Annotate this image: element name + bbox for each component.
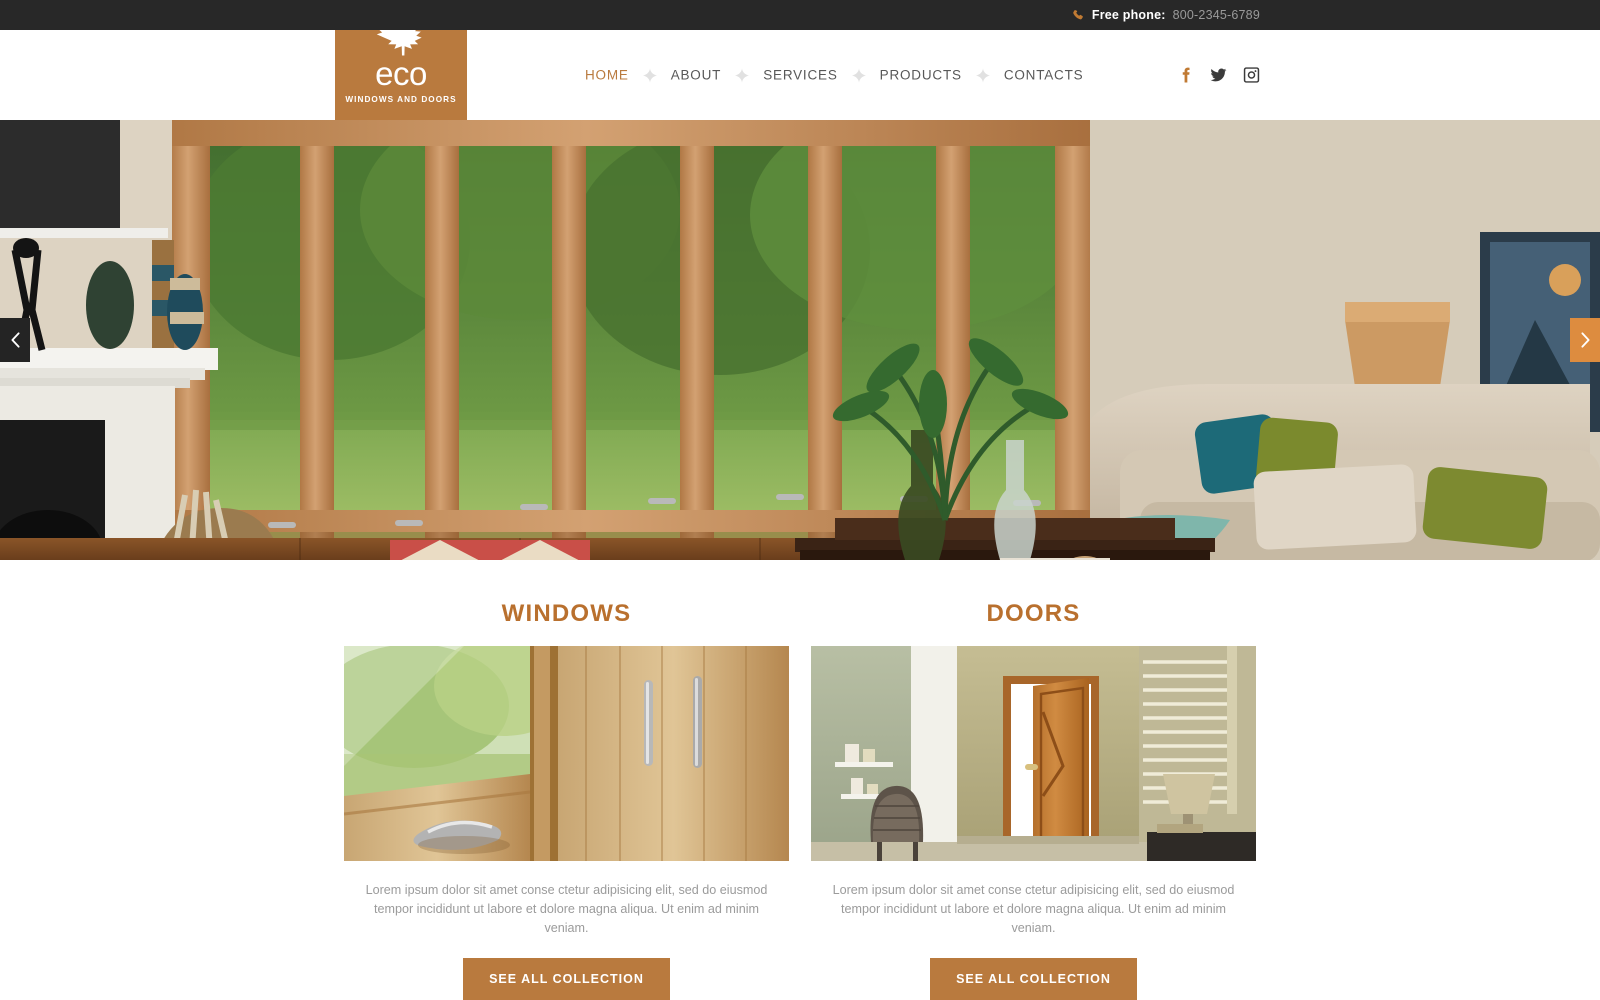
see-all-collection-button-windows[interactable]: SEE ALL COLLECTION bbox=[463, 958, 670, 1000]
four-point-star-icon bbox=[975, 68, 990, 82]
window-sill-illustration bbox=[344, 646, 789, 861]
slider-prev-button[interactable] bbox=[0, 318, 30, 362]
nav-item-services[interactable]: SERVICES bbox=[763, 68, 837, 83]
product-description: Lorem ipsum dolor sit amet conse ctetur … bbox=[832, 883, 1235, 935]
product-image-doors[interactable] bbox=[811, 646, 1256, 861]
main-navigation: HOME ABOUT SERVICES PRODUCTS CONTACTS bbox=[585, 68, 1083, 83]
instagram-icon[interactable] bbox=[1243, 67, 1260, 84]
product-card-doors: DOORS Lorem ipsum dolor sit amet conse c… bbox=[811, 600, 1256, 1000]
nav-item-home[interactable]: HOME bbox=[585, 68, 629, 83]
four-point-star-icon bbox=[642, 68, 657, 82]
logo-title: eco bbox=[375, 55, 427, 92]
logo-subtitle: WINDOWS AND DOORS bbox=[345, 95, 457, 104]
free-phone[interactable]: Free phone: 800-2345-6789 bbox=[1072, 8, 1260, 22]
social-links bbox=[1177, 67, 1260, 84]
hero-slider bbox=[0, 120, 1600, 560]
top-bar: Free phone: 800-2345-6789 bbox=[0, 0, 1600, 30]
twitter-icon[interactable] bbox=[1210, 67, 1227, 84]
product-description: Lorem ipsum dolor sit amet conse ctetur … bbox=[365, 883, 768, 935]
hero-image bbox=[0, 120, 1600, 560]
product-cta-row: SEE ALL COLLECTION bbox=[344, 958, 789, 1000]
chevron-left-icon bbox=[10, 332, 20, 348]
four-point-star-icon bbox=[851, 68, 866, 82]
nav-item-contacts[interactable]: CONTACTS bbox=[1004, 68, 1084, 83]
product-card-windows: WINDOWS Lorem ipsum dolor sit amet conse… bbox=[344, 600, 789, 1000]
product-section: WINDOWS Lorem ipsum dolor sit amet conse… bbox=[0, 560, 1600, 1000]
slider-next-button[interactable] bbox=[1570, 318, 1600, 362]
phone-number: 800-2345-6789 bbox=[1172, 8, 1260, 22]
nav-item-products[interactable]: PRODUCTS bbox=[880, 68, 962, 83]
facebook-icon[interactable] bbox=[1177, 67, 1194, 84]
product-cta-row: SEE ALL COLLECTION bbox=[811, 958, 1256, 1000]
product-title: DOORS bbox=[986, 600, 1081, 627]
nav-item-about[interactable]: ABOUT bbox=[671, 68, 722, 83]
see-all-collection-button-doors[interactable]: SEE ALL COLLECTION bbox=[930, 958, 1137, 1000]
product-title: WINDOWS bbox=[501, 600, 632, 627]
site-header: eco WINDOWS AND DOORS HOME ABOUT SERVICE… bbox=[0, 0, 1600, 120]
phone-icon bbox=[1073, 9, 1083, 19]
four-point-star-icon bbox=[735, 68, 750, 82]
product-image-windows[interactable] bbox=[344, 646, 789, 861]
open-door-illustration bbox=[811, 646, 1256, 861]
chevron-right-icon bbox=[1580, 332, 1590, 348]
phone-label: Free phone: bbox=[1091, 8, 1166, 22]
